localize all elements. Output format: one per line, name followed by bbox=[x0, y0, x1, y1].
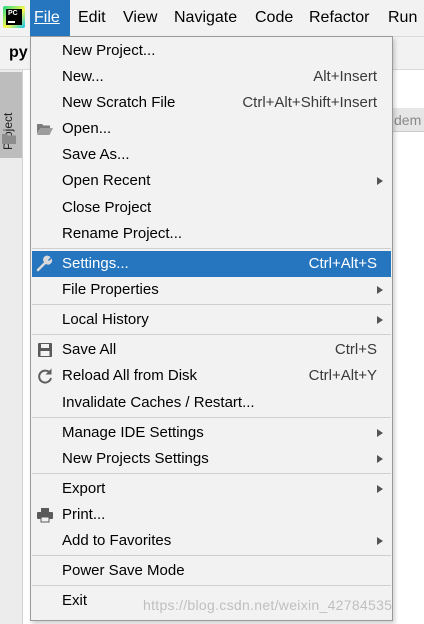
menu-item-save-all[interactable]: Save All Ctrl+S bbox=[32, 337, 391, 363]
shortcut-label: Alt+Insert bbox=[313, 68, 377, 85]
menu-item-close-project[interactable]: Close Project bbox=[32, 195, 391, 221]
menu-refactor[interactable]: Refactor bbox=[305, 0, 373, 36]
shortcut-label: Ctrl+Alt+Y bbox=[308, 367, 377, 384]
menu-item-local-history[interactable]: Local History bbox=[32, 307, 391, 333]
submenu-arrow-icon bbox=[377, 455, 383, 463]
menu-separator bbox=[32, 473, 391, 474]
shortcut-label: Ctrl+Alt+S bbox=[308, 255, 377, 272]
menu-item-new-project[interactable]: New Project... bbox=[32, 38, 391, 64]
save-icon bbox=[38, 343, 52, 357]
submenu-arrow-icon bbox=[377, 485, 383, 493]
menu-edit[interactable]: Edit bbox=[74, 0, 110, 36]
menu-separator bbox=[32, 304, 391, 305]
menu-item-power-save-mode[interactable]: Power Save Mode bbox=[32, 558, 391, 584]
submenu-arrow-icon bbox=[377, 177, 383, 185]
menu-item-file-properties[interactable]: File Properties bbox=[32, 277, 391, 303]
menu-separator bbox=[32, 334, 391, 335]
menu-item-save-as[interactable]: Save As... bbox=[32, 142, 391, 168]
menu-view[interactable]: View bbox=[119, 0, 161, 36]
folder-icon bbox=[2, 134, 16, 144]
menu-item-rename-project[interactable]: Rename Project... bbox=[32, 221, 391, 247]
reload-icon bbox=[38, 368, 52, 384]
submenu-arrow-icon bbox=[377, 316, 383, 324]
printer-icon bbox=[37, 508, 53, 523]
file-menu-dropdown: New Project... New... Alt+Insert New Scr… bbox=[30, 36, 393, 621]
menu-item-add-to-favorites[interactable]: Add to Favorites bbox=[32, 528, 391, 554]
menu-item-reload-all[interactable]: Reload All from Disk Ctrl+Alt+Y bbox=[32, 363, 391, 389]
menu-code[interactable]: Code bbox=[251, 0, 297, 36]
folder-open-icon bbox=[37, 124, 53, 135]
submenu-arrow-icon bbox=[377, 429, 383, 437]
menu-separator bbox=[32, 585, 391, 586]
menu-item-open-recent[interactable]: Open Recent bbox=[32, 168, 391, 194]
project-tab-label: Project bbox=[1, 112, 15, 150]
menu-item-export[interactable]: Export bbox=[32, 476, 391, 502]
menu-run[interactable]: Run bbox=[384, 0, 421, 36]
menu-bar: PC File Edit View Navigate Code Refactor… bbox=[0, 0, 424, 37]
shortcut-label: Ctrl+Alt+Shift+Insert bbox=[242, 94, 377, 111]
submenu-arrow-icon bbox=[377, 286, 383, 294]
menu-item-print[interactable]: Print... bbox=[32, 502, 391, 528]
project-name[interactable]: py bbox=[9, 44, 28, 62]
menu-item-new-projects-settings[interactable]: New Projects Settings bbox=[32, 446, 391, 472]
menu-file[interactable]: File bbox=[30, 0, 70, 36]
menu-item-new-scratch-file[interactable]: New Scratch File Ctrl+Alt+Shift+Insert bbox=[32, 90, 391, 116]
menu-item-manage-ide-settings[interactable]: Manage IDE Settings bbox=[32, 420, 391, 446]
editor-tab[interactable]: dem bbox=[392, 108, 424, 132]
menu-navigate[interactable]: Navigate bbox=[170, 0, 241, 36]
menu-item-open[interactable]: Open... bbox=[32, 116, 391, 142]
menu-item-invalidate-caches[interactable]: Invalidate Caches / Restart... bbox=[32, 390, 391, 416]
shortcut-label: Ctrl+S bbox=[334, 341, 377, 358]
menu-separator bbox=[32, 555, 391, 556]
project-tool-window-tab[interactable]: Project bbox=[0, 72, 22, 158]
watermark: https://blog.csdn.net/weixin_42784535 bbox=[143, 597, 393, 613]
pycharm-logo-icon[interactable]: PC bbox=[3, 6, 25, 28]
menu-item-settings[interactable]: Settings... Ctrl+Alt+S bbox=[32, 251, 391, 277]
wrench-icon bbox=[36, 255, 53, 272]
menu-item-new[interactable]: New... Alt+Insert bbox=[32, 64, 391, 90]
menu-separator bbox=[32, 248, 391, 249]
submenu-arrow-icon bbox=[377, 537, 383, 545]
logo-text: PC bbox=[8, 10, 18, 17]
menu-separator bbox=[32, 417, 391, 418]
